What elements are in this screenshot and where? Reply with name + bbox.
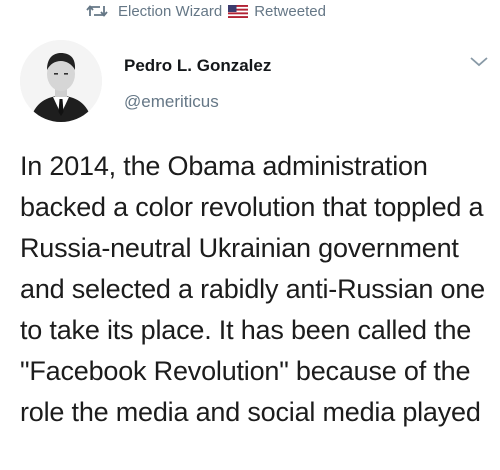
retweet-icon — [86, 3, 108, 19]
retweeter-name[interactable]: Election Wizard — [118, 3, 222, 20]
retweeted-label: Retweeted — [254, 2, 326, 20]
author-handle[interactable]: @emeriticus — [124, 92, 219, 112]
author-display-name[interactable]: Pedro L. Gonzalez — [124, 56, 271, 76]
chevron-down-icon[interactable] — [468, 54, 490, 70]
tweet-text: In 2014, the Obama administration backed… — [20, 151, 485, 427]
tweet-card[interactable]: Election Wizard Retweeted Pedro L. Gonza… — [0, 0, 500, 470]
us-flag-icon — [228, 4, 249, 18]
retweet-context: Election Wizard Retweeted — [86, 0, 326, 22]
avatar[interactable] — [20, 40, 102, 122]
